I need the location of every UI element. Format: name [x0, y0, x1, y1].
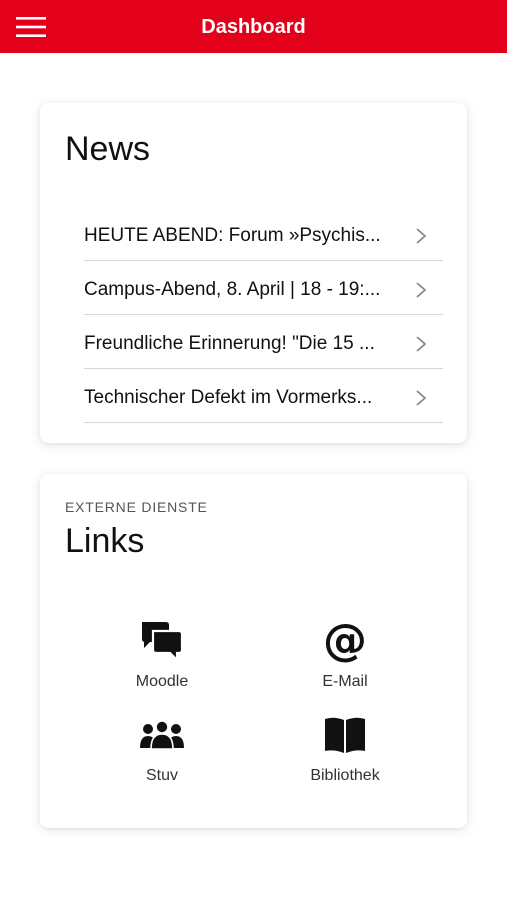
page-title: Dashboard [201, 16, 306, 38]
link-tile-stuv[interactable]: Stuv [92, 714, 232, 804]
chat-bubbles-icon [139, 620, 185, 662]
link-label: E-Mail [322, 673, 368, 690]
news-item-label: Campus-Abend, 8. April | 18 - 19:... [84, 279, 381, 300]
news-list: HEUTE ABEND: Forum »Psychis... Campus-Ab… [84, 207, 443, 423]
news-item-label: HEUTE ABEND: Forum »Psychis... [84, 225, 381, 246]
links-card: EXTERNE DIENSTE Links Moodle @ E-Mail St… [40, 474, 467, 828]
news-item[interactable]: Freundliche Erinnerung! "Die 15 ... [84, 315, 443, 369]
link-tile-bibliothek[interactable]: Bibliothek [275, 714, 415, 804]
link-label: Stuv [145, 767, 178, 784]
open-book-icon [322, 714, 368, 756]
news-item-label: Technischer Defekt im Vormerks... [84, 387, 373, 408]
link-label: Bibliothek [310, 767, 380, 784]
news-item[interactable]: HEUTE ABEND: Forum »Psychis... [84, 207, 443, 261]
chevron-right-icon [416, 228, 427, 244]
at-sign-icon: @ [323, 615, 367, 666]
news-item-label: Freundliche Erinnerung! "Die 15 ... [84, 333, 375, 354]
chevron-right-icon [416, 282, 427, 298]
chevron-right-icon [416, 390, 427, 406]
app-bar: Dashboard [0, 0, 507, 53]
link-tile-moodle[interactable]: Moodle [92, 620, 232, 710]
links-overline: EXTERNE DIENSTE [65, 499, 208, 515]
news-item[interactable]: Campus-Abend, 8. April | 18 - 19:... [84, 261, 443, 315]
chevron-right-icon [416, 336, 427, 352]
news-title: News [65, 130, 151, 168]
news-item[interactable]: Technischer Defekt im Vormerks... [84, 369, 443, 423]
link-label: Moodle [135, 673, 189, 690]
links-title: Links [65, 522, 145, 560]
link-tile-email[interactable]: @ E-Mail [275, 615, 415, 710]
news-card: News HEUTE ABEND: Forum »Psychis... Camp… [40, 103, 467, 443]
users-group-icon [139, 714, 185, 756]
